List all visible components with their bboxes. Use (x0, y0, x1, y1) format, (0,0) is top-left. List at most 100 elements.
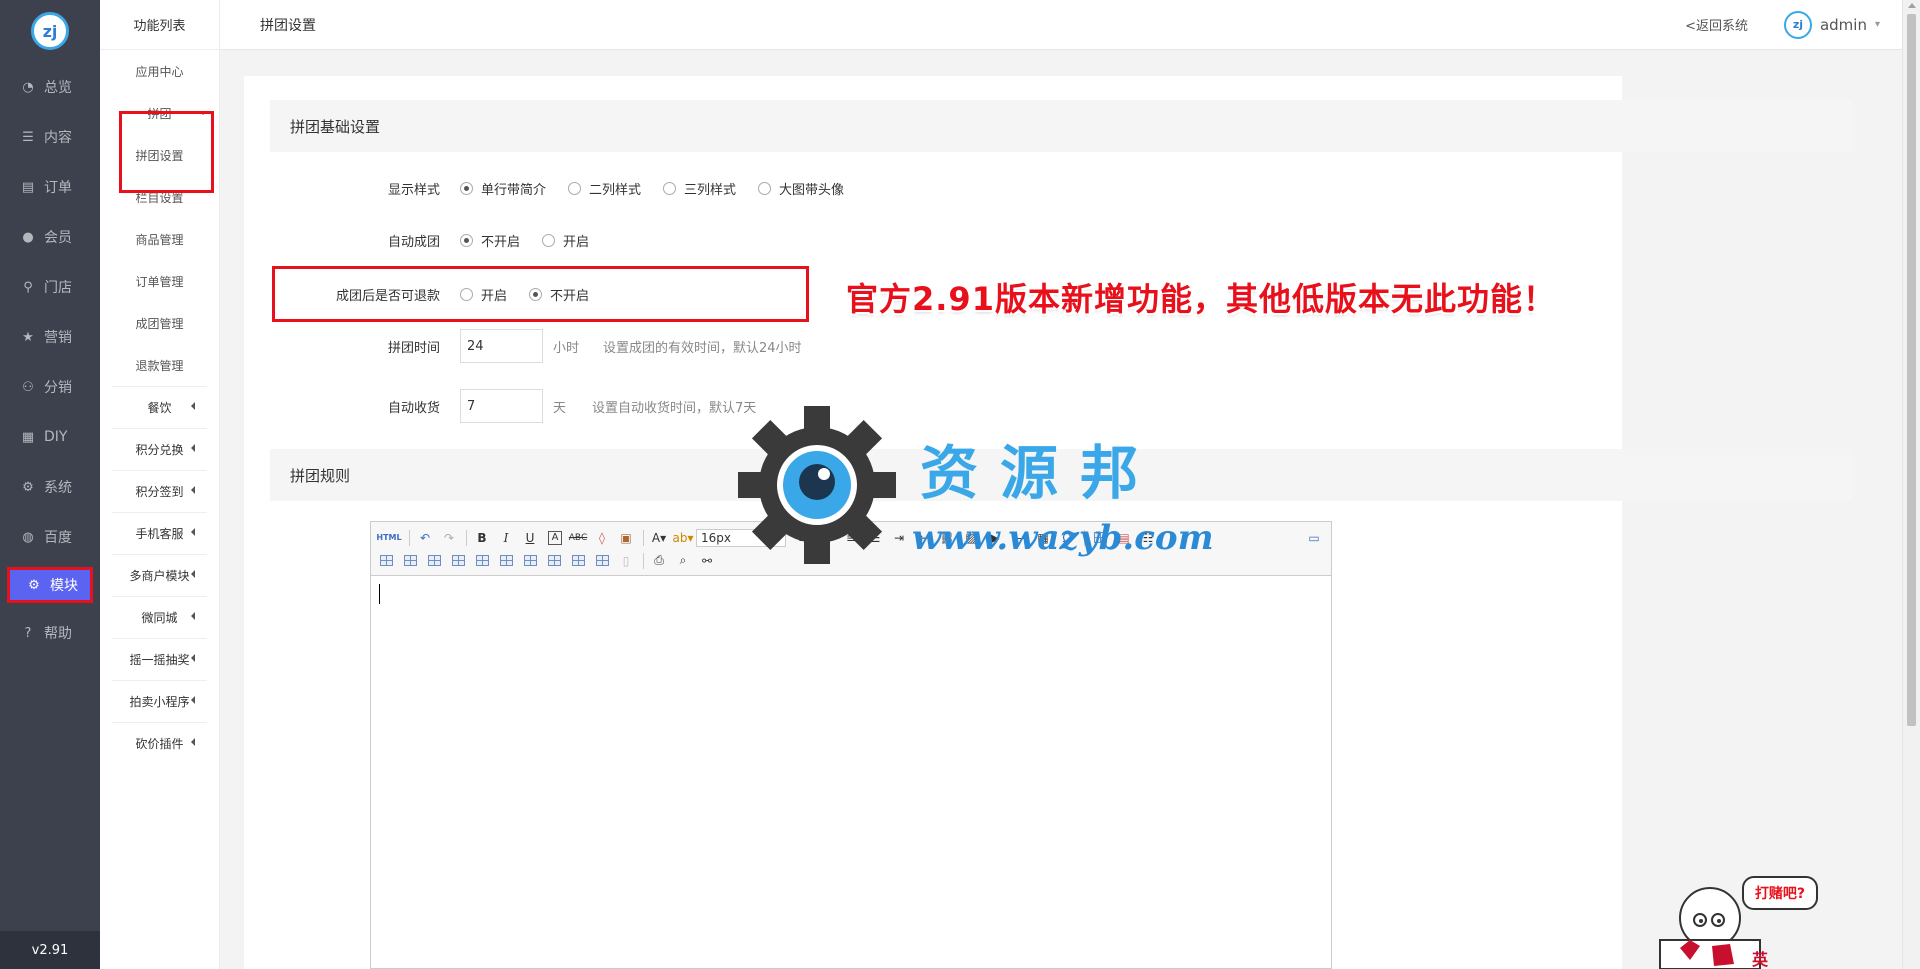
nav-item-1[interactable]: ☰ 内容 (0, 112, 100, 162)
radio-dot[interactable] (460, 288, 473, 301)
subnav-item-3[interactable]: 订单管理 (100, 260, 219, 302)
editor-content-area[interactable] (371, 576, 1331, 968)
nav-item-0[interactable]: ◔ 总览 (0, 62, 100, 112)
nav-item-9[interactable]: ◍ 百度 (0, 512, 100, 562)
strikethrough-icon[interactable]: ABC (567, 528, 589, 548)
align-center-icon[interactable]: ≡ (816, 528, 838, 548)
split-cells-icon[interactable] (543, 551, 565, 571)
align-right-icon[interactable]: ≡ (840, 528, 862, 548)
search-replace-icon[interactable]: ⚯ (696, 551, 718, 571)
subnav-group-0[interactable]: 餐饮 (112, 386, 207, 428)
display-style-radio-0[interactable]: 单行带简介 (460, 179, 546, 198)
font-border-icon[interactable]: A (548, 530, 562, 545)
list-icon[interactable]: ☷ (1137, 528, 1159, 548)
help-icon: ? (24, 625, 32, 641)
undo-icon[interactable]: ↶ (414, 528, 436, 548)
subnav-item-4[interactable]: 成团管理 (100, 302, 219, 344)
font-color-icon[interactable]: A▾ (648, 528, 670, 548)
subnav-group-7[interactable]: 拍卖小程序 (112, 680, 207, 722)
paste-icon[interactable]: ▣ (615, 528, 637, 548)
nav-item-11[interactable]: ? 帮助 (0, 608, 100, 658)
nav-item-8[interactable]: ⚙ 系统 (0, 462, 100, 512)
display-style-radio-3[interactable]: 大图带头像 (758, 179, 844, 198)
subnav-item-app-center[interactable]: 应用中心 (100, 50, 219, 92)
nav-item-10[interactable]: ⚙ 模块 (7, 567, 93, 603)
nav-item-7[interactable]: ▦ DIY (0, 412, 100, 462)
merge-down-icon[interactable] (519, 551, 541, 571)
subnav-item-5[interactable]: 退款管理 (100, 344, 219, 386)
italic-icon[interactable]: I (495, 528, 517, 548)
radio-dot[interactable] (542, 234, 556, 247)
redo-icon[interactable]: ↷ (438, 528, 460, 548)
special-char-icon[interactable]: Ω (1056, 528, 1078, 548)
page-break-icon[interactable]: ▯ (615, 551, 637, 571)
refund-radio-1[interactable]: 不开启 (529, 285, 589, 304)
underline-icon[interactable]: U (519, 528, 541, 548)
insert-col-icon[interactable] (423, 551, 445, 571)
align-justify-icon[interactable]: ☰ (864, 528, 886, 548)
merge-right-icon[interactable] (495, 551, 517, 571)
logo[interactable]: zj (0, 0, 100, 62)
subnav-group-6[interactable]: 摇一摇抽奖 (112, 638, 207, 680)
scroll-thumb[interactable] (1907, 14, 1916, 726)
group-time-input[interactable] (460, 329, 543, 363)
table-icon[interactable] (1089, 528, 1111, 548)
display-style-radio-2[interactable]: 三列样式 (663, 179, 736, 198)
display-style-radio-1[interactable]: 二列样式 (568, 179, 641, 198)
auto-receive-input[interactable] (460, 389, 543, 423)
insert-row-icon[interactable] (375, 551, 397, 571)
fullscreen-icon[interactable]: ▭ (1303, 528, 1325, 548)
align-left-icon[interactable]: ≡ (792, 528, 814, 548)
subnav-item-1[interactable]: 栏目设置 (100, 176, 219, 218)
subnav-group-5[interactable]: 微同城 (112, 596, 207, 638)
link-icon[interactable]: ⛓ (936, 528, 958, 548)
subnav-group-8[interactable]: 砍价插件 (112, 722, 207, 764)
radio-dot[interactable] (460, 234, 473, 247)
eraser-icon[interactable]: ◊ (591, 528, 613, 548)
bold-icon[interactable]: B (471, 528, 493, 548)
nav-item-2[interactable]: ▤ 订单 (0, 162, 100, 212)
nav-item-5[interactable]: ★ 营销 (0, 312, 100, 362)
nav-item-3[interactable]: ● 会员 (0, 212, 100, 262)
radio-dot[interactable] (758, 182, 772, 195)
refund-radio-0[interactable]: 开启 (460, 285, 507, 304)
auto-group-radio-1[interactable]: 开启 (542, 231, 589, 250)
radio-dot[interactable] (529, 288, 543, 301)
subnav-group-pintuan[interactable]: 拼团 (100, 92, 219, 134)
radio-dot[interactable] (460, 182, 473, 195)
user-menu[interactable]: zj admin ▾ (1783, 10, 1880, 39)
image-icon[interactable]: ▨ (960, 528, 982, 548)
mascot-sticker: 打赌吧? 英 (1650, 868, 1830, 969)
table-delete-icon[interactable]: ▤ (1113, 528, 1135, 548)
print-icon[interactable]: ⎙ (648, 551, 670, 571)
html-source-button[interactable]: HTML (375, 528, 403, 548)
subnav-group-1[interactable]: 积分兑换 (112, 428, 207, 470)
auto-group-radio-0[interactable]: 不开启 (460, 231, 520, 250)
scroll-up-icon[interactable] (1908, 3, 1916, 8)
split-rows-icon[interactable] (567, 551, 589, 571)
subnav-group-3[interactable]: 手机客服 (112, 512, 207, 554)
subnav-group-2[interactable]: 积分签到 (112, 470, 207, 512)
highlight-color-icon[interactable]: ab▾ (672, 528, 694, 548)
outdent-icon[interactable]: ⇤ (912, 528, 934, 548)
merge-cells-icon[interactable] (471, 551, 493, 571)
subnav-item-2[interactable]: 商品管理 (100, 218, 219, 260)
delete-col-icon[interactable] (447, 551, 469, 571)
radio-label: 大图带头像 (779, 183, 845, 198)
date-icon[interactable]: ▦ (1032, 528, 1054, 548)
video-icon[interactable]: ▶ (984, 528, 1006, 548)
nav-item-4[interactable]: ⚲ 门店 (0, 262, 100, 312)
preview-icon[interactable]: ⌕ (672, 551, 694, 571)
page-scrollbar[interactable] (1902, 0, 1920, 969)
subnav-group-4[interactable]: 多商户模块 (112, 554, 207, 596)
subnav-item-0[interactable]: 拼团设置 (100, 134, 219, 176)
indent-icon[interactable]: ⇥ (888, 528, 910, 548)
radio-dot[interactable] (568, 182, 582, 195)
horizontal-rule-icon[interactable]: — (1008, 528, 1030, 548)
back-to-system-link[interactable]: <返回系统 (1685, 15, 1748, 34)
radio-dot[interactable] (663, 182, 677, 195)
nav-item-6[interactable]: ⚇ 分销 (0, 362, 100, 412)
delete-row-icon[interactable] (399, 551, 421, 571)
font-size-select[interactable]: 16px (696, 528, 786, 547)
split-cols-icon[interactable] (591, 551, 613, 571)
